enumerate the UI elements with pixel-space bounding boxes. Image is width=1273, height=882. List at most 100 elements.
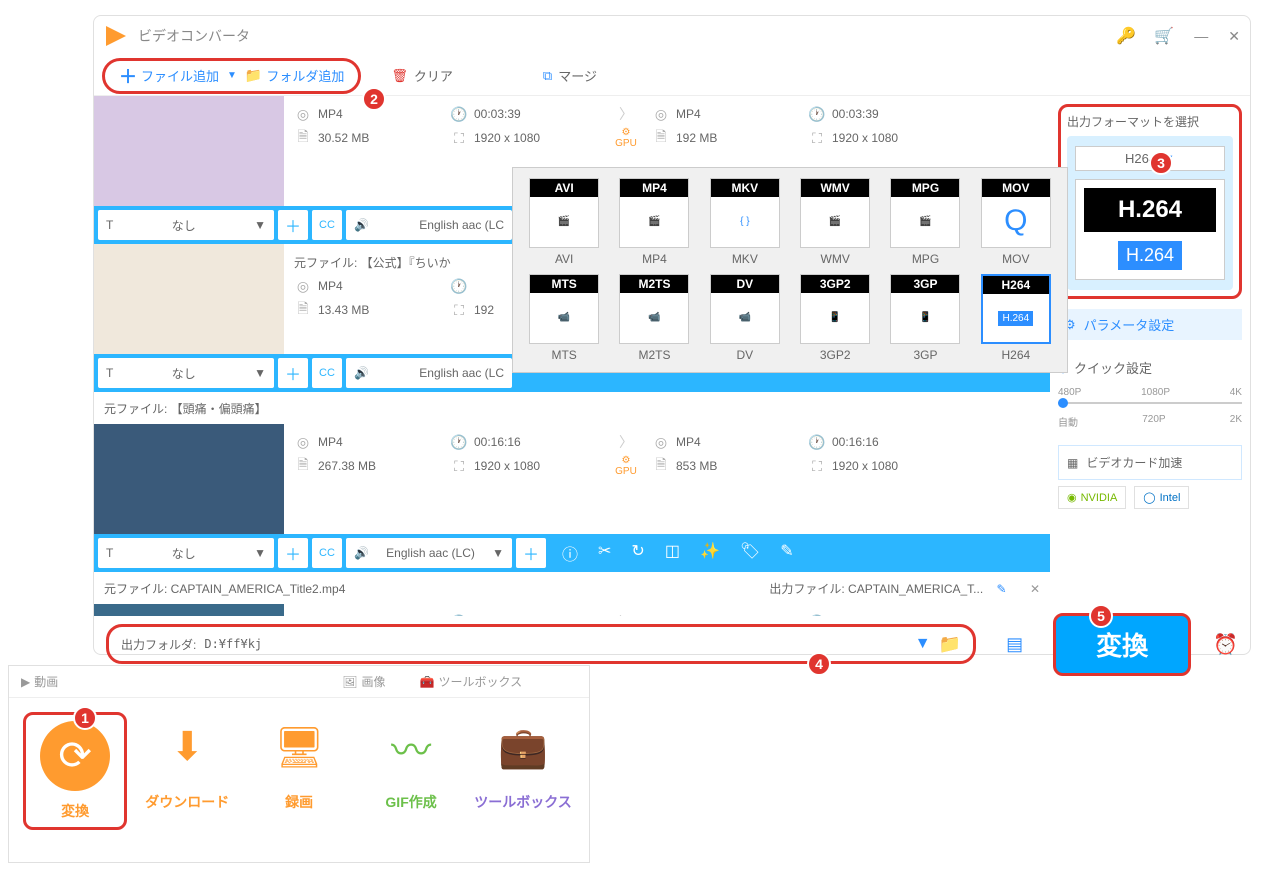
format-option-m2ts[interactable]: M2TS📹M2TS bbox=[613, 274, 695, 362]
cc-button[interactable]: CC bbox=[312, 358, 342, 388]
src-title: 元ファイル: 【公式】『ちいか bbox=[294, 254, 451, 271]
format-option-mts[interactable]: MTS📹MTS bbox=[523, 274, 605, 362]
format-option-mp4[interactable]: MP4🎬MP4 bbox=[613, 178, 695, 266]
key-icon[interactable]: 🔑 bbox=[1116, 26, 1136, 46]
intel-chip[interactable]: ◯Intel bbox=[1134, 486, 1189, 509]
rotate-tool-icon[interactable]: ↻ bbox=[631, 541, 644, 565]
mode-download[interactable]: ⬇ ダウンロード bbox=[135, 712, 239, 830]
thumbnail bbox=[94, 244, 284, 354]
gif-icon: 〰 bbox=[376, 712, 446, 782]
clock-icon: 🕐 bbox=[808, 434, 826, 451]
mode-record[interactable]: 🖥 録画 bbox=[247, 712, 351, 830]
format-icon: ◎ bbox=[652, 106, 670, 123]
toolbar: ＋ ファイル追加 ▼ 📁 フォルダ追加 🗑 クリア ⧉ マージ bbox=[94, 56, 1250, 96]
badge-4: 4 bbox=[807, 652, 831, 676]
format-option-h264[interactable]: H264H.264EncoderH264 bbox=[975, 274, 1057, 362]
tab-toolbox[interactable]: 🧰ツールボックス bbox=[408, 666, 535, 697]
out-format: MP4 bbox=[676, 615, 701, 616]
output-path[interactable]: D:¥ff¥kj bbox=[204, 637, 906, 651]
format-icon: ◎ bbox=[652, 614, 670, 617]
quick-settings-label: ◆ クイック設定 bbox=[1058, 358, 1242, 377]
convert-button[interactable]: 変換 bbox=[1053, 613, 1191, 676]
tab-image[interactable]: 🖼画像 bbox=[330, 666, 397, 697]
format-option-3gp[interactable]: 3GP📱3GP bbox=[884, 274, 966, 362]
merge-button[interactable]: ⧉ マージ bbox=[543, 66, 597, 85]
subtitle-select[interactable]: Tなし▼ bbox=[98, 538, 274, 568]
src-title: 元ファイル: 【頭痛・偏頭痛】 bbox=[104, 400, 267, 417]
clock-icon: 🕐 bbox=[808, 106, 826, 123]
watermark-tool-icon[interactable]: 🏷 bbox=[740, 541, 760, 565]
browse-folder-button[interactable]: 📁 bbox=[939, 634, 961, 655]
toolbox-icon: 💼 bbox=[488, 712, 558, 782]
effects-tool-icon[interactable]: ✨ bbox=[700, 541, 720, 565]
arrow-icon: 〉 bbox=[606, 432, 646, 452]
audio-add-button[interactable]: ＋ bbox=[516, 538, 546, 568]
badge-1: 1 bbox=[73, 706, 97, 730]
format-option-wmv[interactable]: WMV🎬WMV bbox=[794, 178, 876, 266]
out-size: 853 MB bbox=[676, 459, 717, 473]
minimize-button[interactable]: — bbox=[1194, 28, 1208, 45]
resolution-slider[interactable] bbox=[1058, 402, 1242, 404]
info-tool-icon[interactable]: ⓘ bbox=[562, 541, 578, 565]
src-format: MP4 bbox=[318, 107, 343, 121]
resolution-icon: ⛶ bbox=[450, 302, 468, 319]
nvidia-icon: ◉ bbox=[1067, 491, 1077, 504]
cc-button[interactable]: CC bbox=[312, 210, 342, 240]
nvidia-chip[interactable]: ◉NVIDIA bbox=[1058, 486, 1126, 509]
output-dropdown[interactable]: ▼ bbox=[915, 635, 931, 653]
clock-icon: 🕐 bbox=[450, 434, 468, 451]
audio-select[interactable]: 🔊English aac (LC)▼ bbox=[346, 538, 512, 568]
list-icon[interactable]: ▤ bbox=[1006, 634, 1023, 655]
audio-select[interactable]: 🔊English aac (LC bbox=[346, 210, 512, 240]
format-icon: ◎ bbox=[294, 278, 312, 295]
mode-gif[interactable]: 〰 GIF作成 bbox=[359, 712, 463, 830]
add-file-dropdown[interactable]: ▼ bbox=[227, 70, 237, 81]
video-icon: ▶ bbox=[21, 675, 30, 689]
format-option-dv[interactable]: DV📹DV bbox=[704, 274, 786, 362]
resolution-icon: ⛶ bbox=[450, 458, 468, 475]
toolbox-icon: 🧰 bbox=[420, 675, 435, 689]
crop-tool-icon[interactable]: ◫ bbox=[665, 541, 680, 565]
subtitle-add-button[interactable]: ＋ bbox=[278, 538, 308, 568]
intel-icon: ◯ bbox=[1143, 491, 1155, 504]
subtitle-add-button[interactable]: ＋ bbox=[278, 210, 308, 240]
format-option-mov[interactable]: MOVQMOV bbox=[975, 178, 1057, 266]
mode-panel: ▶動画 🖼画像 🧰ツールボックス ⟳ 変換 ⬇ ダウンロード 🖥 録画 〰 GI… bbox=[8, 665, 590, 863]
resolution-icon: ⛶ bbox=[808, 130, 826, 147]
file-item[interactable]: ◎MP4 🕐00:16:16 〉 ◎MP4 🕐00:16:16 🗎267.38 … bbox=[94, 424, 1050, 534]
format-option-mpg[interactable]: MPG🎬MPG bbox=[884, 178, 966, 266]
src-res: 1920 x 1080 bbox=[474, 459, 540, 473]
edit-tool-icon[interactable]: ✎ bbox=[780, 541, 793, 565]
mode-toolbox[interactable]: 💼 ツールボックス bbox=[471, 712, 575, 830]
trash-icon: 🗑 bbox=[391, 68, 408, 84]
out-title: 出力ファイル: CAPTAIN_AMERICA_T... bbox=[769, 582, 983, 596]
out-duration: 00:16:16 bbox=[832, 435, 879, 449]
subtitle-select[interactable]: Tなし▼ bbox=[98, 358, 274, 388]
format-icon: ◎ bbox=[294, 434, 312, 451]
close-button[interactable]: ✕ bbox=[1228, 28, 1240, 45]
audio-select[interactable]: 🔊English aac (LC bbox=[346, 358, 512, 388]
schedule-icon[interactable]: ⏰ bbox=[1213, 632, 1238, 657]
tab-video[interactable]: ▶動画 bbox=[9, 666, 70, 697]
src-title: 元ファイル: CAPTAIN_AMERICA_Title2.mp4 bbox=[104, 580, 345, 597]
format-option-3gp2[interactable]: 3GP2📱3GP2 bbox=[794, 274, 876, 362]
out-format: MP4 bbox=[676, 435, 701, 449]
remove-file-button[interactable]: ✕ bbox=[1030, 582, 1040, 596]
subtitle-add-button[interactable]: ＋ bbox=[278, 358, 308, 388]
arrow-icon: 〉 bbox=[606, 104, 646, 124]
file-item[interactable]: ◎MP4 🕐00:02:26 〉 ◎MP4 🕐00:02:26 🗎23.20 M… bbox=[94, 604, 1050, 616]
subtitle-select[interactable]: Tなし▼ bbox=[98, 210, 274, 240]
cut-tool-icon[interactable]: ✂ bbox=[598, 541, 611, 565]
cc-button[interactable]: CC bbox=[312, 538, 342, 568]
mode-convert[interactable]: ⟳ 変換 bbox=[23, 712, 127, 830]
param-settings-button[interactable]: ⚙ パラメータ設定 bbox=[1058, 309, 1242, 340]
gpu-accel-button[interactable]: ▦ ビデオカード加速 bbox=[1058, 445, 1242, 480]
add-folder-button[interactable]: フォルダ追加 bbox=[266, 66, 344, 85]
format-option-mkv[interactable]: MKV{ }MKV bbox=[704, 178, 786, 266]
clear-button[interactable]: 🗑 クリア bbox=[391, 66, 453, 85]
cart-icon[interactable]: 🛒 bbox=[1154, 26, 1174, 46]
edit-icon[interactable]: ✎ bbox=[997, 582, 1007, 596]
format-option-avi[interactable]: AVI🎬AVI bbox=[523, 178, 605, 266]
file-icon: 🗎 bbox=[652, 126, 670, 150]
add-file-button[interactable]: ファイル追加 bbox=[141, 66, 219, 85]
